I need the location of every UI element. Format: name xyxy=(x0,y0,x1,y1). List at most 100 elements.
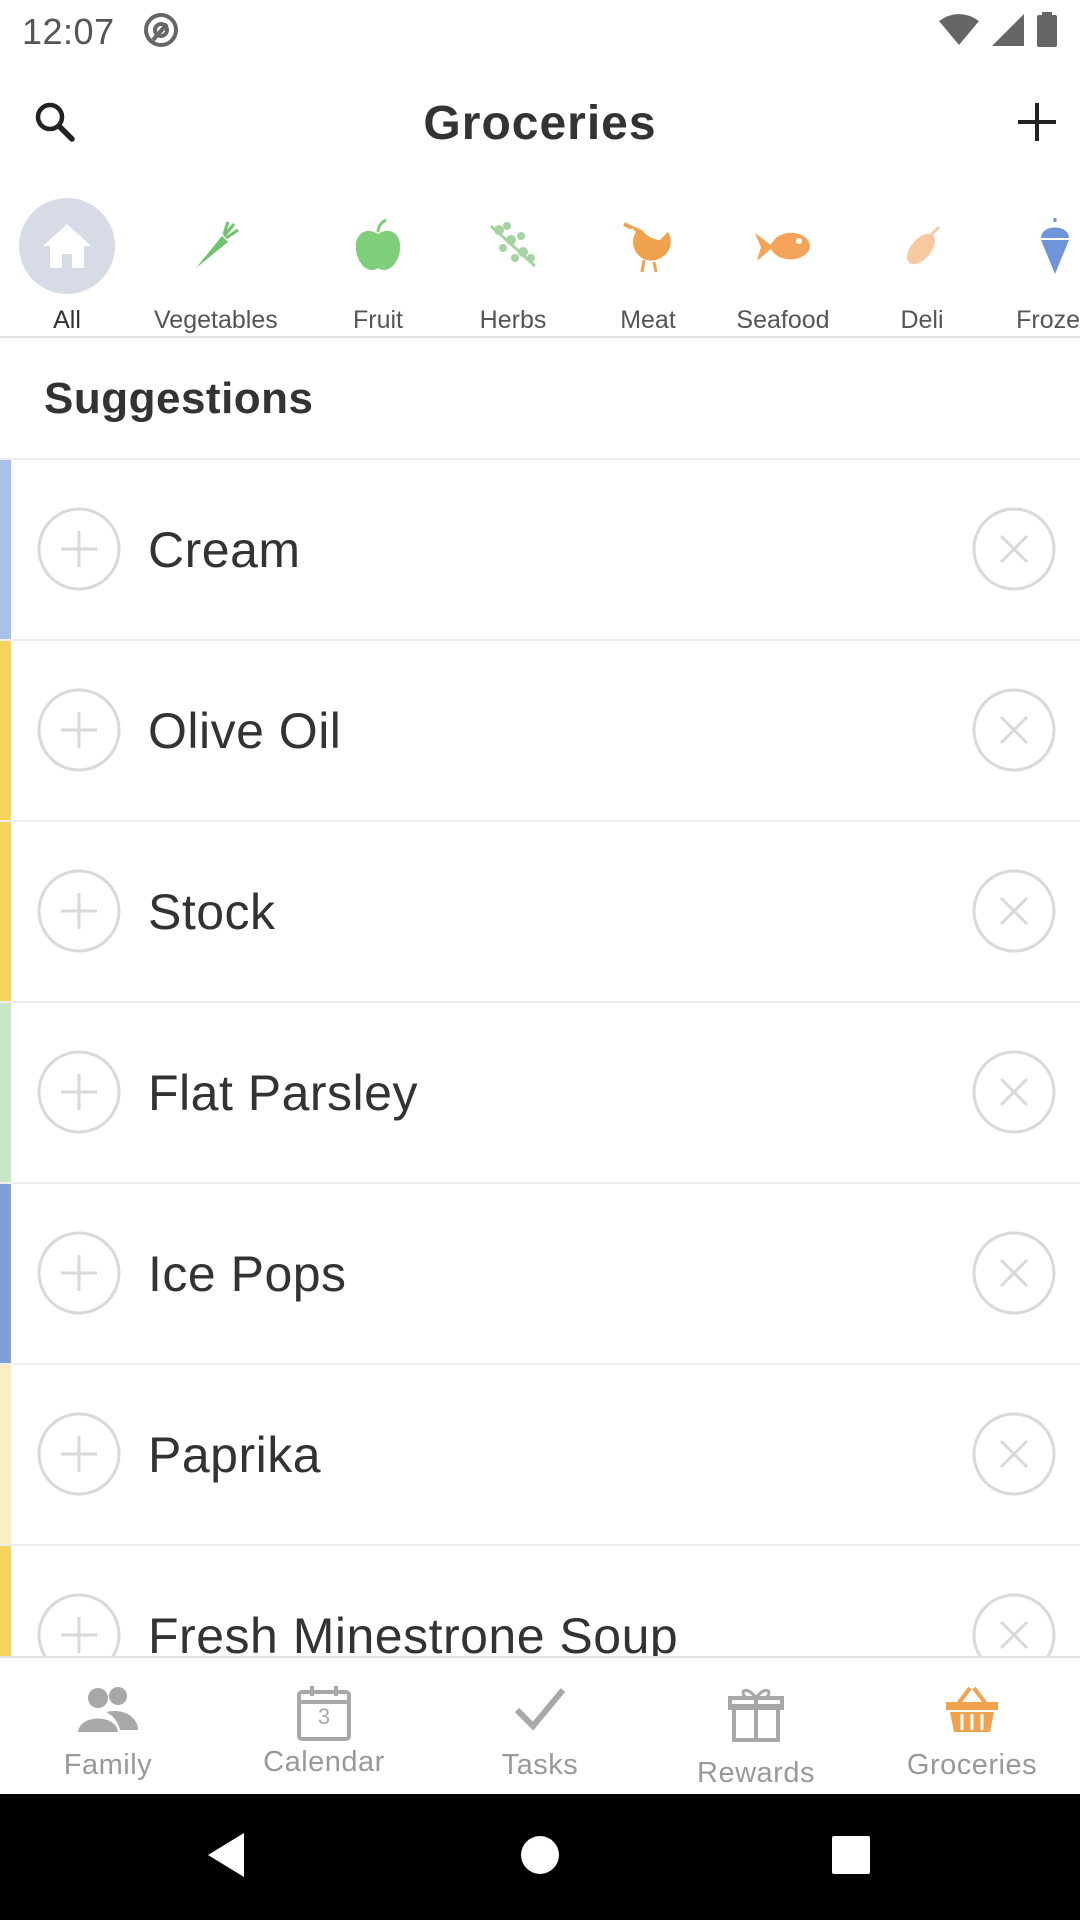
section-title: Suggestions xyxy=(44,374,314,423)
add-to-list-button[interactable] xyxy=(37,1593,121,1656)
dismiss-button[interactable] xyxy=(972,1593,1056,1656)
category-label: Deli xyxy=(900,306,944,334)
category-label: Vegetables xyxy=(154,306,278,334)
home-icon xyxy=(19,198,115,294)
category-color-bar xyxy=(0,1546,11,1656)
close-circle-icon xyxy=(972,507,1056,596)
nav-groceries[interactable]: Groceries xyxy=(864,1658,1080,1794)
dismiss-button[interactable] xyxy=(972,869,1056,958)
item-label: Paprika xyxy=(148,1427,322,1483)
category-deli[interactable]: Deli xyxy=(874,198,970,335)
add-item-button[interactable] xyxy=(999,86,1075,162)
herb-icon xyxy=(465,198,561,294)
add-to-list-button[interactable] xyxy=(37,1050,121,1139)
wifi-icon xyxy=(938,13,980,52)
category-label: Frozen xyxy=(1016,306,1080,334)
apple-icon xyxy=(330,198,426,294)
status-time: 12:07 xyxy=(22,11,115,52)
status-right xyxy=(938,11,1058,53)
back-triangle-icon xyxy=(204,1831,248,1884)
signal-icon xyxy=(990,12,1026,53)
recents-button[interactable] xyxy=(821,1827,881,1887)
family-icon xyxy=(76,1684,140,1739)
list-item[interactable]: Flat Parsley xyxy=(0,1003,1080,1184)
category-label: Meat xyxy=(620,306,676,334)
dismiss-button[interactable] xyxy=(972,1050,1056,1139)
list-item[interactable]: Stock xyxy=(0,822,1080,1003)
nav-calendar[interactable]: 3 Calendar xyxy=(216,1658,432,1794)
category-vegetables[interactable]: Vegetables xyxy=(154,198,278,335)
ice-cream-icon xyxy=(1007,198,1080,294)
category-color-bar xyxy=(0,1003,11,1182)
category-herbs[interactable]: Herbs xyxy=(465,198,561,335)
add-to-list-button[interactable] xyxy=(37,688,121,777)
list-item[interactable]: Fresh Minestrone Soup xyxy=(0,1546,1080,1656)
nav-tasks[interactable]: Tasks xyxy=(432,1658,648,1794)
plus-circle-icon xyxy=(37,1050,121,1139)
battery-icon xyxy=(1036,11,1058,53)
category-all[interactable]: All xyxy=(19,198,115,335)
category-color-bar xyxy=(0,460,11,639)
nav-label: Calendar xyxy=(263,1746,385,1778)
status-left: 12:07 xyxy=(22,10,181,55)
add-to-list-button[interactable] xyxy=(37,507,121,593)
app-header: Groceries xyxy=(0,64,1080,182)
plus-circle-icon xyxy=(37,1412,121,1501)
plus-circle-icon xyxy=(37,1593,121,1656)
category-strip[interactable]: All Vegetables Fruit Herbs Meat Seafood … xyxy=(0,190,1080,338)
nav-family[interactable]: Family xyxy=(0,1658,216,1794)
gift-icon xyxy=(728,1684,784,1747)
category-seafood[interactable]: Seafood xyxy=(735,198,831,335)
close-circle-icon xyxy=(972,1050,1056,1139)
add-to-list-button[interactable] xyxy=(37,1412,121,1501)
item-label: Fresh Minestrone Soup xyxy=(148,1608,679,1656)
page-title: Groceries xyxy=(423,96,657,150)
chicken-icon xyxy=(600,198,696,294)
nav-label: Family xyxy=(63,1749,153,1781)
home-circle-icon xyxy=(519,1834,561,1881)
close-circle-icon xyxy=(972,688,1056,777)
category-meat[interactable]: Meat xyxy=(600,198,696,335)
item-label: Olive Oil xyxy=(148,703,342,759)
dismiss-button[interactable] xyxy=(972,1412,1056,1501)
close-circle-icon xyxy=(972,1231,1056,1320)
nav-rewards[interactable]: Rewards xyxy=(648,1658,864,1794)
calendar-day: 3 xyxy=(317,1704,331,1729)
category-label: Seafood xyxy=(736,306,830,334)
plus-circle-icon xyxy=(37,1231,121,1320)
status-bar: 12:07 xyxy=(0,0,1080,64)
dismiss-button[interactable] xyxy=(972,507,1056,596)
carrot-icon xyxy=(168,198,264,294)
plus-circle-icon xyxy=(37,688,121,777)
dismiss-button[interactable] xyxy=(972,1231,1056,1320)
close-circle-icon xyxy=(972,1412,1056,1501)
category-frozen[interactable]: Frozen xyxy=(1007,198,1080,335)
item-label: Stock xyxy=(148,884,276,940)
category-color-bar xyxy=(0,1365,11,1544)
suggestions-header: Suggestions xyxy=(0,340,1080,460)
system-navigation-bar xyxy=(0,1794,1080,1920)
calendar-icon: 3 xyxy=(296,1684,352,1742)
category-fruit[interactable]: Fruit xyxy=(330,198,426,335)
dismiss-button[interactable] xyxy=(972,688,1056,777)
list-item[interactable]: Ice Pops xyxy=(0,1184,1080,1365)
app-root: 12:07 Groceries All Vegetables Fruit Her… xyxy=(0,0,1080,1920)
category-label: All xyxy=(53,306,81,334)
item-label: Cream xyxy=(148,522,301,578)
list-item[interactable]: Cream xyxy=(0,460,1080,641)
add-to-list-button[interactable] xyxy=(37,1231,121,1320)
close-circle-icon xyxy=(972,869,1056,958)
suggestion-list[interactable]: Cream Olive Oil Stock Flat Parsley Ice P… xyxy=(0,460,1080,1656)
back-button[interactable] xyxy=(196,1827,256,1887)
home-button[interactable] xyxy=(510,1827,570,1887)
nav-label: Groceries xyxy=(906,1749,1038,1781)
add-to-list-button[interactable] xyxy=(37,869,121,955)
item-label: Flat Parsley xyxy=(148,1065,418,1121)
item-label: Ice Pops xyxy=(148,1246,347,1302)
category-color-bar xyxy=(0,1184,11,1363)
category-color-bar xyxy=(0,641,11,820)
list-item[interactable]: Paprika xyxy=(0,1365,1080,1546)
list-item[interactable]: Olive Oil xyxy=(0,641,1080,822)
search-button[interactable] xyxy=(17,86,93,162)
sausage-icon xyxy=(874,198,970,294)
